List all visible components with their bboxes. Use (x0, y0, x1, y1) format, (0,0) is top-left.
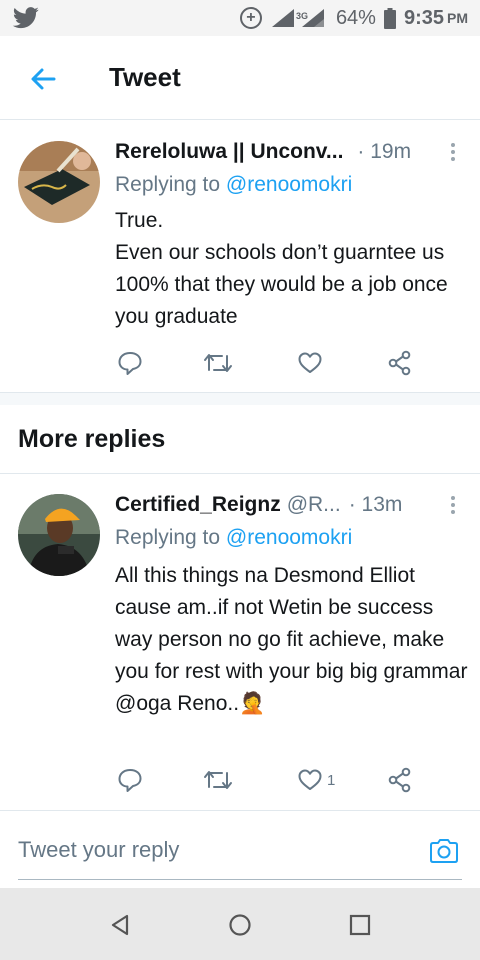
more-options-icon[interactable] (446, 140, 460, 164)
like-icon[interactable]: 1 (297, 765, 335, 795)
signal-icon: 3G (270, 7, 308, 29)
retweet-icon[interactable] (203, 765, 233, 795)
tweet-actions (0, 348, 480, 378)
replying-to-mention[interactable]: @renoomokri (226, 173, 352, 196)
display-name[interactable]: Rereloluwa || Unconv... (115, 140, 343, 164)
display-name[interactable]: Certified_Reignz (115, 493, 281, 517)
share-icon[interactable] (387, 765, 413, 795)
replying-to-line: Replying to @renoomokri (115, 173, 352, 197)
avatar[interactable] (18, 141, 100, 223)
tweet-text: All this things na Desmond Elliot cause … (115, 564, 474, 715)
nav-back-icon[interactable] (105, 910, 135, 940)
tweet-actions: 1 (0, 765, 480, 795)
more-options-icon[interactable] (446, 493, 460, 517)
input-underline (18, 879, 462, 880)
avatar[interactable] (18, 494, 100, 576)
tweet-timestamp: · 19m (357, 140, 412, 163)
battery-icon (383, 7, 396, 29)
share-icon[interactable] (387, 348, 413, 378)
user-handle[interactable]: @R... (287, 493, 341, 517)
replying-to-label: Replying to (115, 526, 226, 549)
section-title: More replies (18, 425, 166, 453)
replying-to-label: Replying to (115, 173, 226, 196)
back-arrow-icon[interactable] (28, 64, 58, 94)
section-gap (0, 393, 480, 405)
clock-ampm: PM (447, 10, 468, 26)
retweet-icon[interactable] (203, 348, 233, 378)
top-app-bar: Tweet (0, 36, 480, 120)
tweet-reply[interactable]: Certified_Reignz @R... · 13m Replying to… (0, 474, 480, 806)
more-replies-header: More replies (0, 405, 480, 473)
replying-to-mention[interactable]: @renoomokri (226, 526, 352, 549)
tweet-reply[interactable]: Rereloluwa || Unconv... · 19m Replying t… (0, 121, 480, 391)
like-count: 1 (327, 771, 336, 789)
data-saver-icon: + (239, 7, 262, 29)
status-bar: + 3G 64% 9:35 PM (0, 0, 480, 36)
reply-input[interactable]: Tweet your reply (18, 837, 179, 863)
camera-icon[interactable] (428, 835, 460, 867)
system-nav-bar (0, 888, 480, 960)
reply-icon[interactable] (117, 765, 143, 795)
reply-composer: Tweet your reply (0, 810, 480, 888)
replying-to-line: Replying to @renoomokri (115, 526, 352, 550)
page-title: Tweet (109, 62, 181, 92)
tweet-text: True. Even our schools don’t guarntee us… (115, 209, 448, 328)
twitter-bird-icon (12, 7, 40, 34)
battery-percent: 64% (335, 6, 376, 29)
reply-icon[interactable] (117, 348, 143, 378)
nav-recents-icon[interactable] (345, 910, 375, 940)
like-icon[interactable] (297, 348, 327, 378)
nav-home-icon[interactable] (225, 910, 255, 940)
clock-time: 9:35 (403, 6, 444, 29)
tweet-timestamp: · 13m (348, 493, 403, 516)
signal-icon-secondary (300, 7, 326, 29)
